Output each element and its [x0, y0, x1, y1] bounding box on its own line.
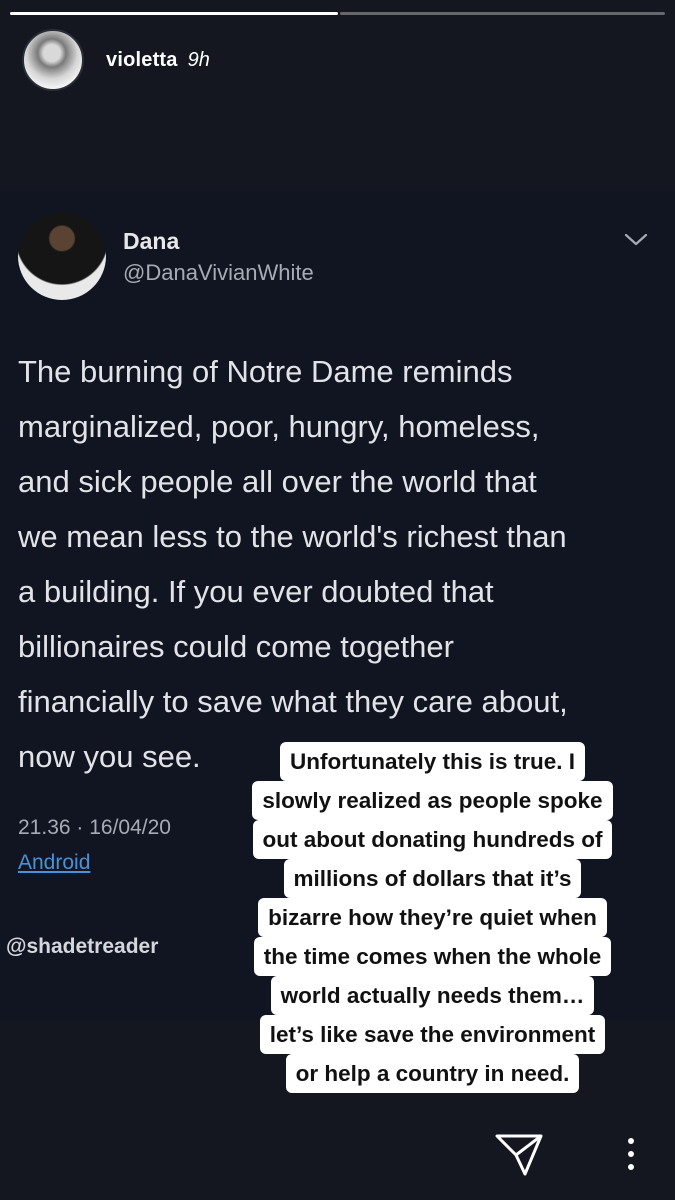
- dot: [628, 1164, 634, 1170]
- caption-line: Unfortunately this is true. I: [279, 742, 586, 781]
- caption-line: millions of dollars that it’s: [283, 859, 582, 898]
- tweet-line: The burning of Notre Dame reminds: [18, 354, 513, 389]
- tweet-line: a building. If you ever doubted that: [18, 574, 494, 609]
- tweet-body: The burning of Notre Dame reminds margin…: [18, 344, 658, 784]
- avatar[interactable]: [22, 29, 84, 91]
- caption-line: slowly realized as people spoke: [252, 781, 613, 820]
- tweet-author-handle: @DanaVivianWhite: [123, 260, 314, 285]
- tweet-timestamp: 21.36 · 16/04/20: [18, 816, 171, 839]
- caption-line: let’s like save the environment: [259, 1015, 606, 1054]
- tweet-line: financially to save what they care about…: [18, 684, 568, 719]
- tweet-source-link: Android: [18, 851, 91, 874]
- tweet-line: and sick people all over the world that: [18, 464, 537, 499]
- dot: [628, 1138, 634, 1144]
- story-caption: Unfortunately this is true. I slowly rea…: [209, 742, 656, 1093]
- watermark-credit: @shadetreader: [6, 935, 159, 958]
- dot: [628, 1151, 634, 1157]
- caption-line: out about donating hundreds of: [252, 820, 613, 859]
- tweet-avatar: [18, 212, 106, 300]
- caption-line: or help a country in need.: [285, 1054, 580, 1093]
- story-header: violetta 9h: [22, 28, 210, 92]
- caption-line: world actually needs them…: [270, 976, 595, 1015]
- tweet-line: marginalized, poor, hungry, homeless,: [18, 409, 540, 444]
- caption-line: bizarre how they’re quiet when: [258, 898, 607, 937]
- paper-plane-icon[interactable]: [495, 1133, 543, 1177]
- story-username[interactable]: violetta: [106, 49, 178, 72]
- tweet-line: billionaires could come together: [18, 629, 454, 664]
- progress-fill: [10, 12, 338, 15]
- chevron-down-icon: [624, 233, 648, 246]
- story-progress-bar-2: [340, 12, 665, 15]
- story-timestamp: 9h: [187, 48, 210, 71]
- caption-line: the time comes when the whole: [253, 937, 612, 976]
- more-vertical-icon[interactable]: [627, 1138, 635, 1172]
- tweet-line: we mean less to the world's richest than: [18, 519, 567, 554]
- story-progress-bar-1: [10, 12, 338, 15]
- tweet-author-name: Dana: [123, 228, 180, 254]
